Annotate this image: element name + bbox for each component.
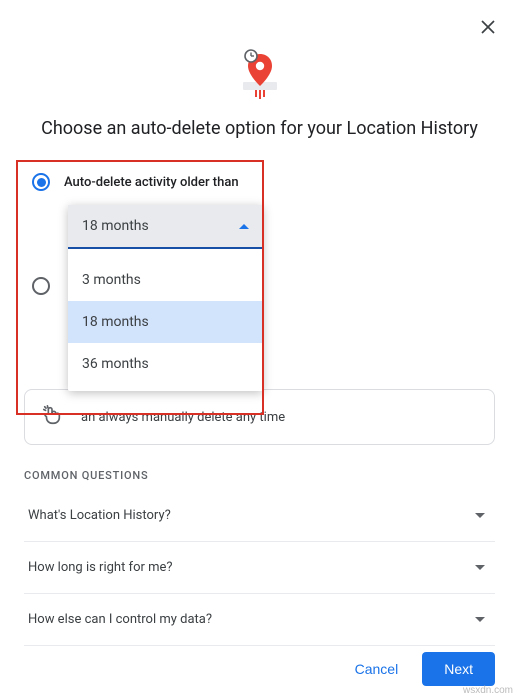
faq-question: How else can I control my data? — [28, 612, 212, 627]
close-button[interactable] — [479, 18, 497, 40]
cancel-button[interactable]: Cancel — [341, 652, 413, 686]
info-card: an always manually delete any time — [24, 389, 495, 445]
dialog-title: Choose an auto-delete option for your Lo… — [24, 118, 495, 139]
watermark: wsxdn.com — [463, 685, 513, 696]
common-questions-header: COMMON QUESTIONS — [24, 469, 495, 482]
faq-item-how-long[interactable]: How long is right for me? — [24, 542, 495, 594]
auto-delete-dialog: Choose an auto-delete option for your Lo… — [0, 0, 519, 700]
chevron-down-icon — [475, 617, 485, 622]
location-history-icon — [24, 48, 495, 100]
close-icon — [479, 19, 497, 41]
dialog-footer: Cancel Next — [341, 652, 495, 686]
radio-unselected-icon — [32, 277, 50, 295]
radio-option-auto-delete[interactable]: Auto-delete activity older than — [24, 169, 495, 195]
dropdown-option-3-months[interactable]: 3 months — [68, 259, 263, 301]
hand-tap-icon — [41, 404, 63, 430]
faq-item-control-data[interactable]: How else can I control my data? — [24, 594, 495, 646]
dropdown-selected-label: 18 months — [82, 218, 149, 234]
chevron-down-icon — [475, 513, 485, 518]
dropdown-selected-row[interactable]: 18 months — [68, 205, 263, 249]
faq-question: What's Location History? — [28, 508, 171, 523]
duration-dropdown[interactable]: 18 months 3 months 18 months 36 months — [68, 205, 263, 391]
radio-label: Auto-delete activity older than — [64, 175, 239, 190]
faq-question: How long is right for me? — [28, 560, 173, 575]
dropdown-option-18-months[interactable]: 18 months — [68, 301, 263, 343]
next-button[interactable]: Next — [422, 652, 495, 686]
info-text: an always manually delete any time — [81, 410, 285, 425]
radio-selected-icon — [32, 173, 50, 191]
faq-item-location-history[interactable]: What's Location History? — [24, 490, 495, 542]
dropdown-option-36-months[interactable]: 36 months — [68, 343, 263, 385]
chevron-down-icon — [475, 565, 485, 570]
dropdown-options-list: 3 months 18 months 36 months — [68, 249, 263, 391]
options-area: Auto-delete activity older than 18 month… — [24, 169, 495, 445]
caret-up-icon — [239, 224, 249, 229]
